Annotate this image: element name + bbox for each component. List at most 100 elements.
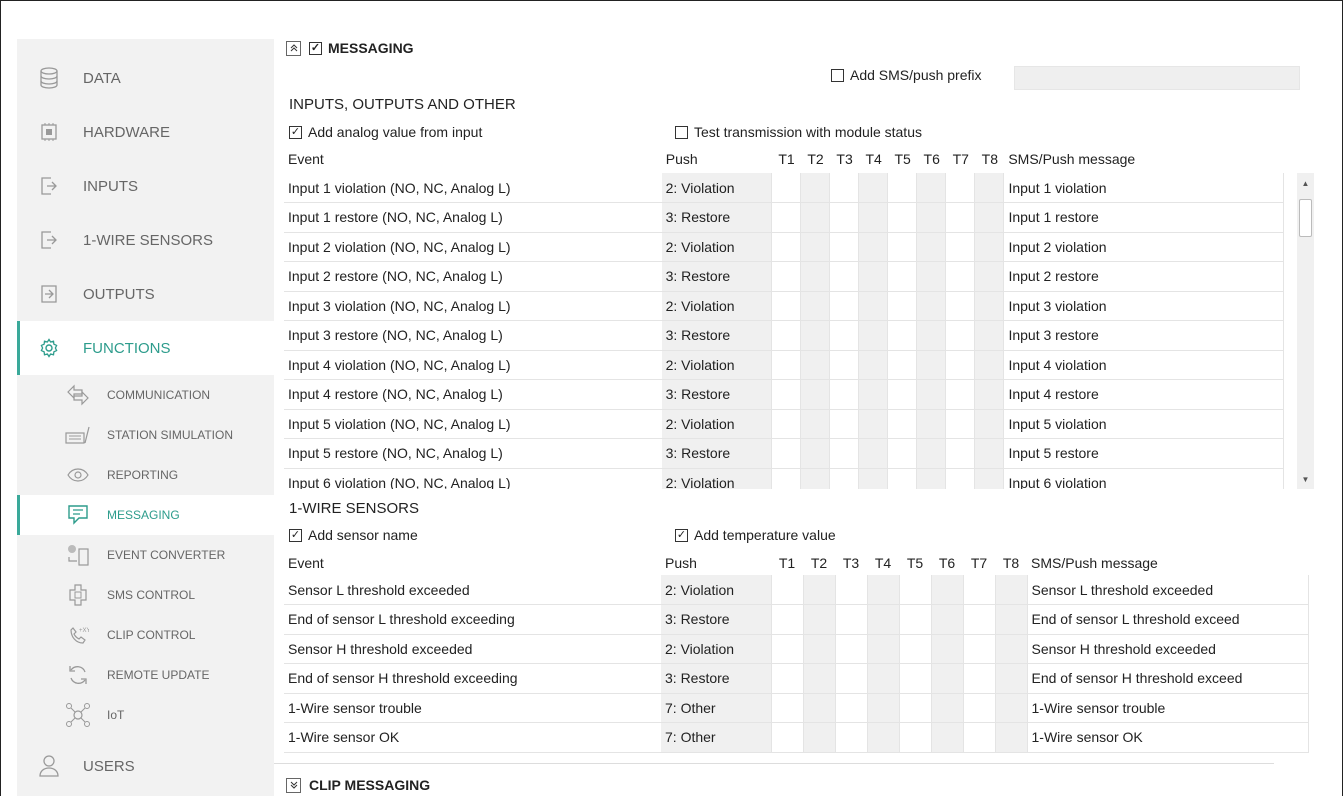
transmitter-cell-t2[interactable] bbox=[800, 409, 830, 439]
vertical-scrollbar[interactable]: ▲ ▼ bbox=[1297, 173, 1314, 489]
table-row[interactable]: Input 5 violation (NO, NC, Analog L) 2: V… bbox=[284, 409, 1284, 439]
transmitter-cell-t6[interactable] bbox=[930, 663, 963, 694]
transmitter-cell-t1[interactable] bbox=[771, 379, 801, 410]
transmitter-cell-t7[interactable] bbox=[962, 693, 995, 723]
transmitter-cell-t5[interactable] bbox=[887, 173, 917, 203]
push-cell[interactable]: 2: Violation bbox=[661, 232, 772, 262]
transmitter-cell-t6[interactable] bbox=[930, 575, 963, 605]
transmitter-cell-t2[interactable] bbox=[800, 438, 830, 469]
transmitter-cell-t3[interactable] bbox=[829, 409, 859, 439]
sidebar-item-outputs[interactable]: OUTPUTS bbox=[17, 267, 274, 321]
transmitter-cell-t7[interactable] bbox=[962, 663, 995, 694]
transmitter-cell-t6[interactable] bbox=[916, 173, 946, 203]
transmitter-cell-t3[interactable] bbox=[834, 604, 867, 635]
transmitter-cell-t1[interactable] bbox=[771, 261, 801, 292]
table-row[interactable]: Sensor H threshold exceeded 2: Violation S… bbox=[284, 634, 1309, 664]
transmitter-cell-t8[interactable] bbox=[974, 173, 1004, 203]
push-cell[interactable]: 7: Other bbox=[661, 722, 771, 753]
table-row[interactable]: Input 1 restore (NO, NC, Analog L) 3: Res… bbox=[284, 202, 1284, 233]
push-cell[interactable]: 2: Violation bbox=[661, 634, 771, 664]
transmitter-cell-t8[interactable] bbox=[994, 722, 1027, 753]
sidebar-subitem-communication[interactable]: COMMUNICATION bbox=[17, 375, 274, 415]
sidebar-item-1-wire-sensors[interactable]: 1-WIRE SENSORS bbox=[17, 213, 274, 267]
push-cell[interactable]: 2: Violation bbox=[661, 468, 772, 489]
transmitter-cell-t7[interactable] bbox=[945, 261, 975, 292]
transmitter-cell-t6[interactable] bbox=[916, 468, 946, 489]
transmitter-cell-t1[interactable] bbox=[771, 438, 801, 469]
sms-prefix-checkbox[interactable] bbox=[831, 68, 844, 82]
transmitter-cell-t2[interactable] bbox=[800, 202, 830, 233]
table-row[interactable]: Sensor L threshold exceeded 2: Violation S… bbox=[284, 575, 1309, 605]
message-cell[interactable]: Input 1 restore bbox=[1003, 202, 1284, 233]
message-cell[interactable]: Input 6 violation bbox=[1003, 468, 1284, 489]
transmitter-cell-t7[interactable] bbox=[962, 722, 995, 753]
transmitter-cell-t3[interactable] bbox=[834, 575, 867, 605]
sidebar-item-inputs[interactable]: INPUTS bbox=[17, 159, 274, 213]
transmitter-cell-t3[interactable] bbox=[829, 232, 859, 262]
transmitter-cell-t8[interactable] bbox=[994, 604, 1027, 635]
transmitter-cell-t8[interactable] bbox=[974, 379, 1004, 410]
message-cell[interactable]: Input 5 restore bbox=[1003, 438, 1284, 469]
transmitter-cell-t5[interactable] bbox=[898, 663, 931, 694]
transmitter-cell-t4[interactable] bbox=[858, 202, 888, 233]
transmitter-cell-t2[interactable] bbox=[800, 173, 830, 203]
transmitter-cell-t3[interactable] bbox=[829, 261, 859, 292]
transmitter-cell-t2[interactable] bbox=[800, 320, 830, 351]
table-row[interactable]: Input 6 violation (NO, NC, Analog L) 2: V… bbox=[284, 468, 1284, 489]
transmitter-cell-t3[interactable] bbox=[834, 722, 867, 753]
scroll-down-icon[interactable]: ▼ bbox=[1297, 471, 1314, 487]
sensor-name-checkbox[interactable]: ✓ bbox=[289, 528, 302, 542]
table-row[interactable]: 1-Wire sensor OK 7: Other 1-Wire sensor OK bbox=[284, 722, 1309, 753]
table-row[interactable]: Input 4 violation (NO, NC, Analog L) 2: V… bbox=[284, 350, 1284, 380]
transmitter-cell-t1[interactable] bbox=[770, 663, 803, 694]
push-cell[interactable]: 3: Restore bbox=[661, 379, 772, 410]
push-cell[interactable]: 3: Restore bbox=[661, 261, 772, 292]
table-row[interactable]: End of sensor H threshold exceeding 3: Re… bbox=[284, 663, 1309, 694]
transmitter-cell-t5[interactable] bbox=[887, 291, 917, 321]
transmitter-cell-t4[interactable] bbox=[866, 575, 899, 605]
push-cell[interactable]: 3: Restore bbox=[661, 320, 772, 351]
transmitter-cell-t2[interactable] bbox=[802, 575, 835, 605]
temperature-value-checkbox[interactable]: ✓ bbox=[675, 528, 688, 542]
transmitter-cell-t8[interactable] bbox=[994, 663, 1027, 694]
transmitter-cell-t7[interactable] bbox=[945, 438, 975, 469]
table-row[interactable]: Input 2 violation (NO, NC, Analog L) 2: V… bbox=[284, 232, 1284, 262]
transmitter-cell-t4[interactable] bbox=[858, 261, 888, 292]
transmitter-cell-t5[interactable] bbox=[887, 350, 917, 380]
transmitter-cell-t2[interactable] bbox=[800, 350, 830, 380]
transmitter-cell-t2[interactable] bbox=[800, 261, 830, 292]
transmitter-cell-t8[interactable] bbox=[994, 575, 1027, 605]
transmitter-cell-t1[interactable] bbox=[771, 350, 801, 380]
transmitter-cell-t3[interactable] bbox=[829, 438, 859, 469]
message-cell[interactable]: End of sensor L threshold exceed bbox=[1026, 604, 1309, 635]
transmitter-cell-t7[interactable] bbox=[962, 634, 995, 664]
transmitter-cell-t8[interactable] bbox=[994, 693, 1027, 723]
message-cell[interactable]: Input 3 restore bbox=[1003, 320, 1284, 351]
transmitter-cell-t4[interactable] bbox=[858, 320, 888, 351]
transmitter-cell-t2[interactable] bbox=[802, 722, 835, 753]
table-row[interactable]: Input 1 violation (NO, NC, Analog L) 2: V… bbox=[284, 173, 1284, 203]
sidebar-subitem-remote-update[interactable]: REMOTE UPDATE bbox=[17, 655, 274, 695]
transmitter-cell-t4[interactable] bbox=[858, 232, 888, 262]
transmitter-cell-t8[interactable] bbox=[974, 232, 1004, 262]
transmitter-cell-t5[interactable] bbox=[887, 438, 917, 469]
table-row[interactable]: 1-Wire sensor trouble 7: Other 1-Wire sens… bbox=[284, 693, 1309, 723]
transmitter-cell-t8[interactable] bbox=[974, 291, 1004, 321]
transmitter-cell-t8[interactable] bbox=[974, 409, 1004, 439]
push-cell[interactable]: 2: Violation bbox=[661, 575, 771, 605]
push-cell[interactable]: 2: Violation bbox=[661, 350, 772, 380]
message-cell[interactable]: Sensor H threshold exceeded bbox=[1026, 634, 1309, 664]
transmitter-cell-t7[interactable] bbox=[945, 202, 975, 233]
expand-button[interactable] bbox=[286, 777, 301, 793]
transmitter-cell-t6[interactable] bbox=[916, 202, 946, 233]
transmitter-cell-t4[interactable] bbox=[858, 173, 888, 203]
push-cell[interactable]: 3: Restore bbox=[661, 663, 771, 694]
collapse-button[interactable] bbox=[286, 40, 301, 56]
transmitter-cell-t2[interactable] bbox=[802, 604, 835, 635]
transmitter-cell-t7[interactable] bbox=[945, 468, 975, 489]
sidebar-subitem-event-converter[interactable]: EVENT CONVERTER bbox=[17, 535, 274, 575]
message-cell[interactable]: Input 2 restore bbox=[1003, 261, 1284, 292]
message-cell[interactable]: Input 4 restore bbox=[1003, 379, 1284, 410]
transmitter-cell-t7[interactable] bbox=[945, 379, 975, 410]
transmitter-cell-t1[interactable] bbox=[771, 173, 801, 203]
